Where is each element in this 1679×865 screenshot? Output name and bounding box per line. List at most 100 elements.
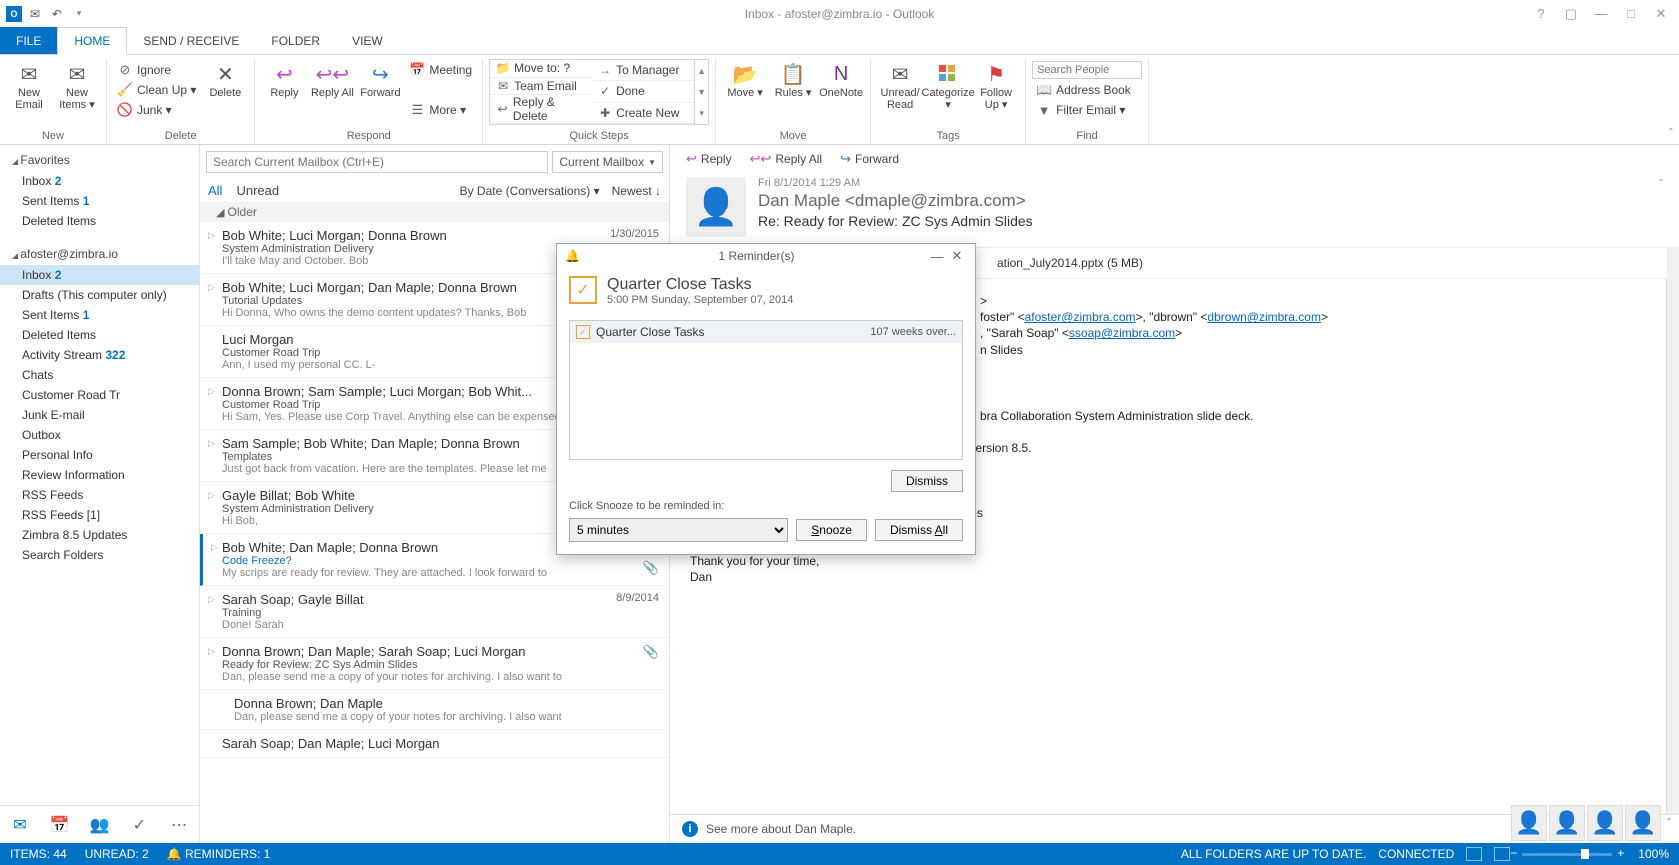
qs-reply-delete[interactable]: ↩Reply & Delete xyxy=(490,95,592,124)
nav-tasks-icon[interactable]: ✓ xyxy=(127,813,151,837)
qat-customize-icon[interactable]: ▾ xyxy=(70,5,88,23)
dialog-close-icon[interactable]: ✕ xyxy=(947,248,967,264)
reminder-item[interactable]: ✓ Quarter Close Tasks 107 weeks over... xyxy=(570,321,962,343)
nav-folder-item[interactable]: Zimbra 8.5 Updates xyxy=(0,525,199,545)
nav-folder-item[interactable]: RSS Feeds [1] xyxy=(0,505,199,525)
minimize-icon[interactable]: — xyxy=(1587,4,1615,24)
nav-folder-item[interactable]: Junk E-mail xyxy=(0,405,199,425)
forward-button[interactable]: ↪Forward xyxy=(357,59,403,99)
group-older[interactable]: ◢ Older xyxy=(200,202,669,222)
undo-icon[interactable]: ↶ xyxy=(48,5,66,23)
new-email-button[interactable]: ✉New Email xyxy=(6,59,52,111)
help-icon[interactable]: ? xyxy=(1527,4,1555,24)
expand-icon[interactable]: ▷ xyxy=(208,646,215,657)
expand-icon[interactable]: ▷ xyxy=(208,438,215,449)
delete-button[interactable]: ✕Delete xyxy=(202,59,248,99)
nav-more-icon[interactable]: ⋯ xyxy=(167,813,191,837)
people-pane-expand-icon[interactable]: ˆ xyxy=(1663,816,1675,830)
filter-email-button[interactable]: ▼Filter Email ▾ xyxy=(1032,101,1142,119)
ribbon-collapse-icon[interactable]: ˆ xyxy=(1669,126,1673,140)
meeting-button[interactable]: 📅Meeting xyxy=(405,61,476,79)
onenote-button[interactable]: NOneNote xyxy=(818,59,864,99)
tab-send-receive[interactable]: SEND / RECEIVE xyxy=(127,27,255,54)
search-mailbox-input[interactable] xyxy=(206,151,548,173)
email-link[interactable]: dbrown@zimbra.com xyxy=(1207,310,1321,324)
nav-folder-item[interactable]: RSS Feeds xyxy=(0,485,199,505)
filter-all[interactable]: All xyxy=(208,183,222,198)
nav-favorite-item[interactable]: Deleted Items xyxy=(0,211,199,231)
view-reading-icon[interactable] xyxy=(1494,847,1510,861)
move-button[interactable]: 📂Move ▾ xyxy=(722,59,768,99)
expand-icon[interactable]: ▷ xyxy=(208,490,215,501)
nav-folder-item[interactable]: Chats xyxy=(0,365,199,385)
tab-folder[interactable]: FOLDER xyxy=(255,27,336,54)
see-more-link[interactable]: See more about Dan Maple. xyxy=(706,822,856,836)
qs-moveto[interactable]: 📁Move to: ? xyxy=(490,60,592,78)
message-item[interactable]: Sarah Soap; Dan Maple; Luci Morgan xyxy=(200,730,669,758)
filter-unread[interactable]: Unread xyxy=(236,183,279,198)
qs-more-icon[interactable]: ▾ xyxy=(695,103,708,124)
contact-photo[interactable]: 👤 xyxy=(1511,805,1547,841)
dismiss-button[interactable]: Dismiss xyxy=(891,470,963,492)
contact-photo[interactable]: 👤 xyxy=(1587,805,1623,841)
nav-folder-item[interactable]: Personal Info xyxy=(0,445,199,465)
view-normal-icon[interactable] xyxy=(1466,847,1482,861)
qs-to-manager[interactable]: →To Manager xyxy=(592,60,694,81)
sort-by-dropdown[interactable]: By Date (Conversations) ▾ xyxy=(460,184,600,198)
qs-done[interactable]: ✓Done xyxy=(592,81,694,102)
nav-folder-item[interactable]: Search Folders xyxy=(0,545,199,565)
message-item[interactable]: ▷Sarah Soap; Gayle BillatTrainingDone! S… xyxy=(200,586,669,638)
qs-down-icon[interactable]: ▼ xyxy=(695,81,708,102)
nav-folder-item[interactable]: Outbox xyxy=(0,425,199,445)
header-collapse-icon[interactable]: ˆ xyxy=(1659,177,1663,191)
qs-create-new[interactable]: ✚Create New xyxy=(592,103,694,124)
more-respond-button[interactable]: ☰More ▾ xyxy=(405,101,476,119)
account-header[interactable]: afoster@zimbra.io xyxy=(0,243,199,265)
search-people-input[interactable] xyxy=(1032,61,1142,79)
favorites-header[interactable]: Favorites xyxy=(0,149,199,171)
nav-folder-item[interactable]: Review Information xyxy=(0,465,199,485)
reply-button[interactable]: ↩Reply xyxy=(261,59,307,99)
new-items-button[interactable]: ✉New Items ▾ xyxy=(54,59,100,111)
nav-mail-icon[interactable]: ✉ xyxy=(8,813,32,837)
email-link[interactable]: ssoap@zimbra.com xyxy=(1069,326,1175,340)
snooze-select[interactable]: 5 minutes xyxy=(569,518,788,542)
nav-people-icon[interactable]: 👥 xyxy=(87,813,111,837)
dialog-minimize-icon[interactable]: — xyxy=(927,249,947,264)
qs-team-email[interactable]: ✉Team Email xyxy=(490,78,592,96)
expand-icon[interactable]: ▷ xyxy=(208,230,215,241)
address-book-button[interactable]: 📖Address Book xyxy=(1032,81,1142,99)
snooze-button[interactable]: Snooze xyxy=(796,519,867,541)
ignore-button[interactable]: ⊘Ignore xyxy=(113,61,200,79)
maximize-icon[interactable]: □ xyxy=(1617,4,1645,24)
cleanup-button[interactable]: 🧹Clean Up ▾ xyxy=(113,81,200,99)
close-icon[interactable]: ✕ xyxy=(1647,4,1675,24)
expand-icon[interactable]: ▷ xyxy=(208,282,215,293)
nav-favorite-item[interactable]: Sent Items 1 xyxy=(0,191,199,211)
tab-home[interactable]: HOME xyxy=(57,27,127,55)
status-reminders[interactable]: 🔔 REMINDERS: 1 xyxy=(167,847,271,861)
expand-icon[interactable]: ▷ xyxy=(211,542,218,553)
nav-favorite-item[interactable]: Inbox 2 xyxy=(0,171,199,191)
nav-calendar-icon[interactable]: 📅 xyxy=(48,813,72,837)
email-link[interactable]: afoster@zimbra.com xyxy=(1025,310,1136,324)
expand-icon[interactable]: ▷ xyxy=(208,594,215,605)
nav-folder-item[interactable]: Inbox 2 xyxy=(0,265,199,285)
reply-all-button[interactable]: ↩↩Reply All xyxy=(309,59,355,99)
followup-button[interactable]: ⚑Follow Up ▾ xyxy=(973,59,1019,111)
message-item[interactable]: ▷Donna Brown; Dan Maple; Sarah Soap; Luc… xyxy=(200,638,669,690)
expand-icon[interactable]: ▷ xyxy=(208,386,215,397)
reading-forward-button[interactable]: ↪Forward xyxy=(840,151,899,167)
ribbon-display-icon[interactable]: ▢ xyxy=(1557,4,1585,24)
message-item[interactable]: Donna Brown; Dan MapleDan, please send m… xyxy=(200,690,669,730)
tab-view[interactable]: VIEW xyxy=(336,27,399,54)
contact-photo[interactable]: 👤 xyxy=(1549,805,1585,841)
tab-file[interactable]: FILE xyxy=(0,27,57,54)
reading-reply-button[interactable]: ↩Reply xyxy=(686,151,732,167)
unread-read-button[interactable]: ✉Unread/ Read xyxy=(877,59,923,111)
sort-order[interactable]: Newest ↓ xyxy=(612,184,661,198)
nav-folder-item[interactable]: Drafts (This computer only) xyxy=(0,285,199,305)
zoom-slider[interactable] xyxy=(1522,853,1612,856)
nav-folder-item[interactable]: Deleted Items xyxy=(0,325,199,345)
junk-button[interactable]: 🚫Junk ▾ xyxy=(113,101,200,119)
